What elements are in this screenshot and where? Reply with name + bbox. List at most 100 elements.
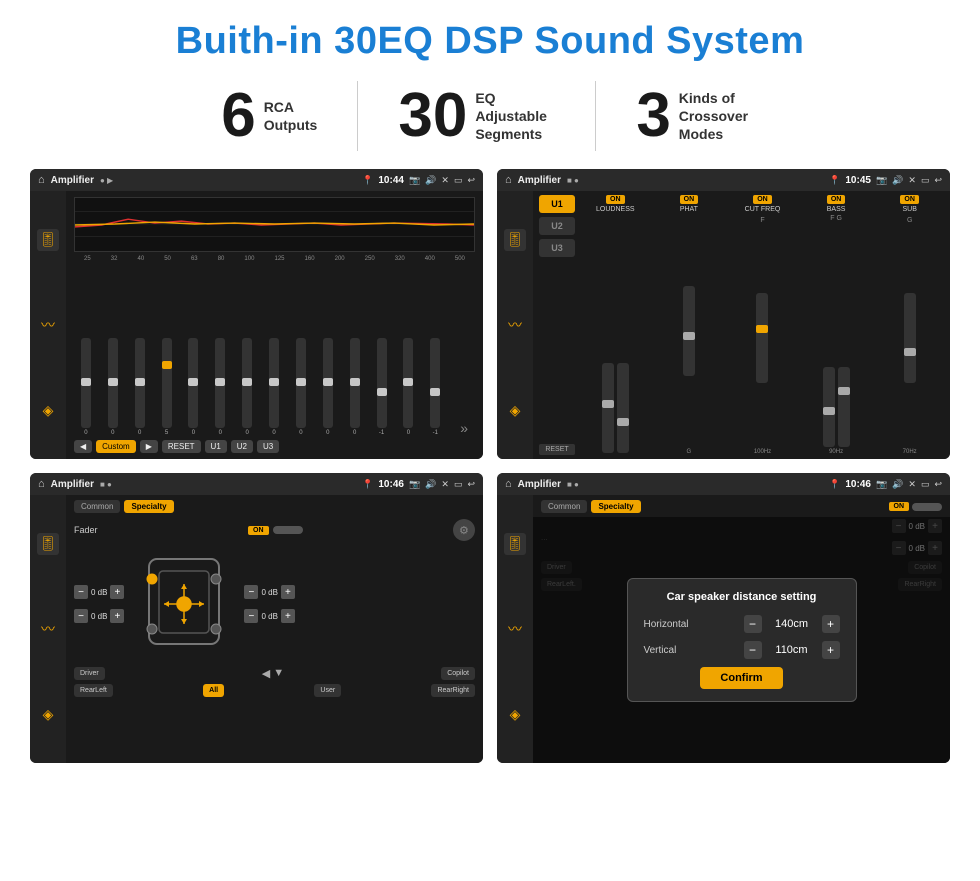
dialog-home-icon[interactable]: ⌂ bbox=[505, 478, 512, 490]
eq-play-btn[interactable]: ▶ bbox=[140, 440, 158, 453]
loudness-label: LOUDNESS bbox=[596, 206, 635, 213]
eq-slider-track-10[interactable] bbox=[323, 338, 333, 428]
eq-slider-track-6[interactable] bbox=[215, 338, 225, 428]
top-right-plus[interactable]: + bbox=[281, 585, 295, 599]
all-btn[interactable]: All bbox=[203, 684, 224, 697]
eq-slider-track-9[interactable] bbox=[296, 338, 306, 428]
crossover-main: U1 U2 U3 RESET ON LOUDNESS bbox=[533, 191, 950, 459]
eq-slider-track-4[interactable] bbox=[162, 338, 172, 428]
stat-eq-number: 30 bbox=[398, 85, 467, 147]
dialog-sidebar-wave-icon[interactable]: 〰 bbox=[504, 618, 526, 640]
dialog-loc-icon: 📍 bbox=[829, 479, 840, 490]
eq-slider-track-14[interactable] bbox=[430, 338, 440, 428]
dialog-sidebar-vol-icon[interactable]: ◈ bbox=[504, 703, 526, 725]
top-right-minus[interactable]: − bbox=[244, 585, 258, 599]
cutfreq-val: 100Hz bbox=[754, 449, 771, 455]
cross-sidebar-wave-icon[interactable]: 〰 bbox=[504, 314, 526, 336]
fader-slider[interactable] bbox=[273, 526, 303, 534]
fader-sidebar-vol-icon[interactable]: ◈ bbox=[37, 703, 59, 725]
bass-slider-2[interactable] bbox=[838, 367, 850, 447]
top-right-val: 0 dB bbox=[261, 588, 277, 597]
horizontal-plus-btn[interactable]: + bbox=[822, 615, 840, 633]
fader-close-icon[interactable]: ✕ bbox=[441, 479, 449, 490]
top-left-minus[interactable]: − bbox=[74, 585, 88, 599]
eq-slider-track-8[interactable] bbox=[269, 338, 279, 428]
eq-sidebar-wave-icon[interactable]: 〰 bbox=[37, 314, 59, 336]
dialog-back-icon[interactable]: ↩ bbox=[934, 479, 942, 490]
eq-slider-track-7[interactable] bbox=[242, 338, 252, 428]
fader-settings-icon[interactable]: ⚙ bbox=[453, 519, 475, 541]
fader-home-icon[interactable]: ⌂ bbox=[38, 478, 45, 490]
fader-on-badge[interactable]: ON bbox=[248, 526, 269, 535]
eq-sidebar-vol-icon[interactable]: ◈ bbox=[37, 399, 59, 421]
cutfreq-slider[interactable] bbox=[756, 293, 768, 383]
fader-sidebar-eq-icon[interactable]: 🎚 bbox=[37, 533, 59, 555]
eq-slider-track-1[interactable] bbox=[81, 338, 91, 428]
phat-slider[interactable] bbox=[683, 286, 695, 376]
fader-sidebar-wave-icon[interactable]: 〰 bbox=[37, 618, 59, 640]
stat-crossover-label: Kinds ofCrossover Modes bbox=[679, 89, 759, 144]
cross-back-icon[interactable]: ↩ bbox=[934, 175, 942, 186]
eq-slider-2: 0 bbox=[108, 338, 118, 436]
home-icon[interactable]: ⌂ bbox=[38, 174, 45, 186]
sub-slider[interactable] bbox=[904, 293, 916, 383]
eq-reset-btn[interactable]: RESET bbox=[162, 440, 201, 453]
back-icon[interactable]: ↩ bbox=[467, 175, 475, 186]
fader-back-icon[interactable]: ↩ bbox=[467, 479, 475, 490]
dialog-sidebar-eq-icon[interactable]: 🎚 bbox=[504, 533, 526, 555]
dialog-vol-icon: 🔊 bbox=[892, 479, 903, 490]
fader-tab-common[interactable]: Common bbox=[74, 500, 120, 513]
cross-u1-btn[interactable]: U1 bbox=[539, 195, 575, 213]
dialog-horizontal-row: Horizontal − 140cm + bbox=[644, 615, 840, 633]
driver-btn[interactable]: Driver bbox=[74, 667, 105, 680]
eq-slider-track-5[interactable] bbox=[188, 338, 198, 428]
arrow-left-icon[interactable]: ◀ bbox=[262, 667, 270, 680]
cross-u3-btn[interactable]: U3 bbox=[539, 239, 575, 257]
cross-sidebar-eq-icon[interactable]: 🎚 bbox=[504, 229, 526, 251]
vertical-minus-btn[interactable]: − bbox=[744, 641, 762, 659]
fader-tab-specialty[interactable]: Specialty bbox=[124, 500, 173, 513]
eq-slider-track-3[interactable] bbox=[135, 338, 145, 428]
cross-channels: ON LOUDNESS bbox=[581, 195, 944, 455]
bottom-right-ctrl: − 0 dB + bbox=[244, 609, 294, 623]
eq-sidebar-eq-icon[interactable]: 🎚 bbox=[37, 229, 59, 251]
eq-scroll-right[interactable]: » bbox=[457, 420, 468, 436]
eq-prev-btn[interactable]: ◀ bbox=[74, 440, 92, 453]
vertical-plus-btn[interactable]: + bbox=[822, 641, 840, 659]
stat-rca: 6 RCAOutputs bbox=[181, 85, 357, 147]
bottom-right-plus[interactable]: + bbox=[281, 609, 295, 623]
stats-row: 6 RCAOutputs 30 EQ AdjustableSegments 3 … bbox=[30, 81, 950, 151]
top-left-plus[interactable]: + bbox=[110, 585, 124, 599]
eq-u3-btn[interactable]: U3 bbox=[257, 440, 279, 453]
eq-slider-val-3: 0 bbox=[138, 430, 141, 436]
bottom-left-minus[interactable]: − bbox=[74, 609, 88, 623]
confirm-button[interactable]: Confirm bbox=[700, 667, 782, 689]
eq-slider-val-2: 0 bbox=[111, 430, 114, 436]
eq-u2-btn[interactable]: U2 bbox=[231, 440, 253, 453]
rearright-btn[interactable]: RearRight bbox=[431, 684, 475, 697]
loudness-slider-1[interactable] bbox=[602, 363, 614, 453]
cross-reset-btn[interactable]: RESET bbox=[539, 444, 575, 455]
user-btn[interactable]: User bbox=[314, 684, 341, 697]
bass-slider-1[interactable] bbox=[823, 367, 835, 447]
dialog-bg-tabs: Common Specialty ON bbox=[541, 500, 942, 513]
bottom-left-plus[interactable]: + bbox=[110, 609, 124, 623]
dialog-close-icon[interactable]: ✕ bbox=[908, 479, 916, 490]
eq-slider-track-12[interactable] bbox=[377, 338, 387, 428]
eq-u1-btn[interactable]: U1 bbox=[205, 440, 227, 453]
eq-slider-track-13[interactable] bbox=[403, 338, 413, 428]
eq-slider-track-11[interactable] bbox=[350, 338, 360, 428]
eq-slider-val-5: 0 bbox=[192, 430, 195, 436]
rearleft-btn[interactable]: RearLeft bbox=[74, 684, 113, 697]
copilot-btn[interactable]: Copilot bbox=[441, 667, 475, 680]
close-icon[interactable]: ✕ bbox=[441, 175, 449, 186]
loudness-slider-2[interactable] bbox=[617, 363, 629, 453]
cross-home-icon[interactable]: ⌂ bbox=[505, 174, 512, 186]
cross-close-icon[interactable]: ✕ bbox=[908, 175, 916, 186]
bottom-right-minus[interactable]: − bbox=[244, 609, 258, 623]
horizontal-minus-btn[interactable]: − bbox=[744, 615, 762, 633]
cross-u2-btn[interactable]: U2 bbox=[539, 217, 575, 235]
eq-custom-btn[interactable]: Custom bbox=[96, 440, 136, 453]
eq-slider-track-2[interactable] bbox=[108, 338, 118, 428]
cross-sidebar-vol-icon[interactable]: ◈ bbox=[504, 399, 526, 421]
